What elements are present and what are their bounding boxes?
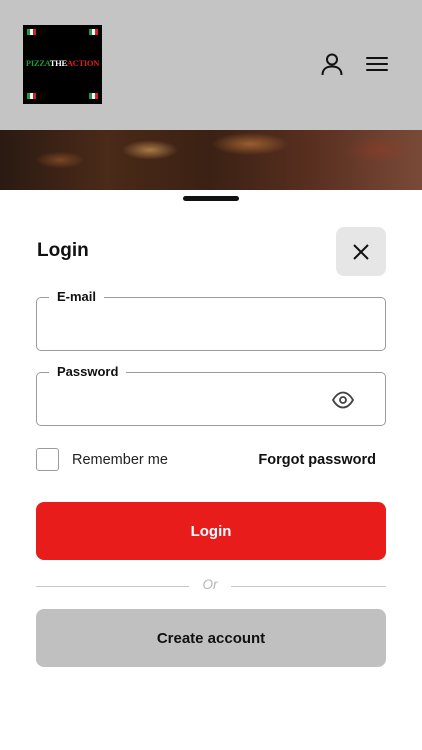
page-title: Login	[37, 240, 89, 261]
email-field: E-mail	[36, 289, 386, 351]
password-field: Password	[36, 364, 386, 426]
login-sheet: Login E-mail Password Remember me Forgot…	[0, 190, 422, 750]
forgot-password-link[interactable]: Forgot password	[258, 452, 376, 468]
eye-icon[interactable]	[332, 390, 354, 410]
person-icon[interactable]	[320, 52, 344, 76]
hamburger-menu-icon[interactable]	[365, 52, 389, 76]
close-button[interactable]	[336, 227, 386, 276]
app-header: PIZZATHEACTION	[0, 0, 422, 130]
italian-flag-icon	[27, 29, 36, 35]
logo-word-action: ACTION	[66, 58, 100, 68]
close-icon	[353, 243, 369, 260]
logo-word-pizza: PIZZA	[25, 58, 50, 68]
password-label: Password	[49, 364, 127, 379]
pizza-the-action-logo[interactable]: PIZZATHEACTION	[23, 25, 102, 104]
remember-me-label[interactable]: Remember me	[72, 452, 168, 468]
italian-flag-icon	[89, 29, 98, 35]
logo-word-the: THE	[49, 58, 67, 68]
italian-flag-icon	[27, 93, 36, 99]
password-input[interactable]	[51, 387, 321, 413]
email-input[interactable]	[51, 312, 321, 338]
create-account-button[interactable]: Create account	[36, 609, 386, 667]
remember-me-checkbox[interactable]	[36, 448, 59, 471]
login-button[interactable]: Login	[36, 502, 386, 560]
logo-wordmark: PIZZATHEACTION	[23, 58, 102, 68]
divider-or-text: Or	[189, 577, 231, 592]
hero-image	[0, 130, 422, 192]
sheet-drag-handle[interactable]	[183, 196, 239, 201]
italian-flag-icon	[89, 93, 98, 99]
email-label: E-mail	[49, 289, 105, 304]
